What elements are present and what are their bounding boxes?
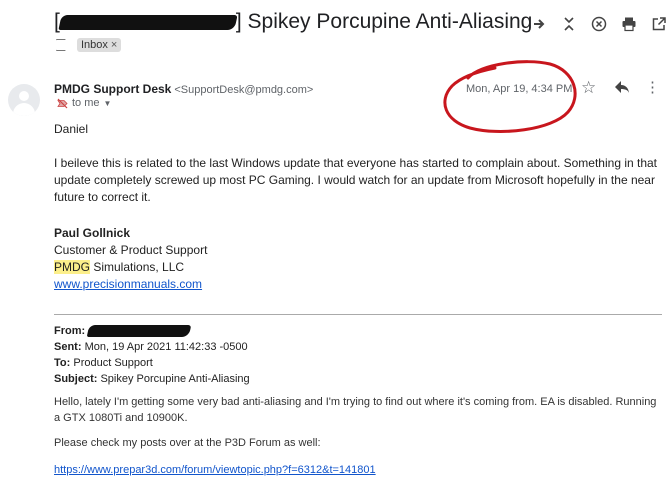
chevron-down-icon[interactable]: ▼ <box>104 99 112 108</box>
fwd-sent-label: Sent: <box>54 341 82 353</box>
subject-bracket-close: ] <box>235 10 242 33</box>
redacted-text <box>58 14 238 30</box>
close-circle-icon[interactable] <box>584 13 614 35</box>
signature: Paul Gollnick Customer & Product Support… <box>54 225 207 293</box>
company-highlight: PMDG <box>54 260 90 274</box>
collapse-icon[interactable] <box>554 13 584 35</box>
remove-label-icon[interactable]: × <box>111 39 117 51</box>
inbox-label-chip[interactable]: Inbox × <box>77 38 122 52</box>
signature-website-link[interactable]: www.precisionmanuals.com <box>54 277 202 291</box>
avatar-head-shape <box>19 91 29 101</box>
reply-icon[interactable] <box>614 80 630 94</box>
avatar-body-shape <box>13 103 35 116</box>
signature-title: Customer & Product Support <box>54 243 208 257</box>
greeting: Daniel <box>54 122 89 136</box>
fwd-body-paragraph-2: Please check my posts over at the P3D Fo… <box>54 437 321 449</box>
forum-link[interactable]: https://www.prepar3d.com/forum/viewtopic… <box>54 462 376 478</box>
importance-marker-icon[interactable] <box>56 39 69 51</box>
avatar <box>8 84 40 116</box>
fwd-subject-value: Spikey Porcupine Anti-Aliasing <box>100 373 250 385</box>
redacted-text <box>86 325 192 338</box>
divider <box>54 314 662 315</box>
signature-company: PMDG Simulations, LLC <box>54 259 207 276</box>
company-rest: Simulations, LLC <box>90 260 185 274</box>
fwd-from-label: From: <box>54 325 86 337</box>
fwd-body-paragraph-1: Hello, lately I'm getting some very bad … <box>54 396 657 424</box>
fwd-subject-label: Subject: <box>54 373 98 385</box>
recipient-label: to me <box>72 97 100 109</box>
fwd-from-row: From: <box>54 323 250 339</box>
email-toolbar <box>524 13 670 35</box>
print-icon[interactable] <box>614 13 644 35</box>
fwd-to-row: To: Product Support <box>54 355 250 371</box>
sender-email: <SupportDesk@pmdg.com> <box>174 84 314 96</box>
fwd-sent-value: Mon, 19 Apr 2021 11:42:33 -0500 <box>84 341 248 353</box>
signature-name: Paul Gollnick <box>54 226 131 240</box>
label-row: Inbox × <box>56 38 122 52</box>
forwarded-header: From: Sent: Mon, 19 Apr 2021 11:42:33 -0… <box>54 323 250 387</box>
fwd-subject-row: Subject: Spikey Porcupine Anti-Aliasing <box>54 371 250 387</box>
email-subject: [] Spikey Porcupine Anti-Aliasing <box>54 10 532 34</box>
inbox-label-text: Inbox <box>81 39 108 51</box>
message-paragraph: I beileve this is related to the last Wi… <box>54 156 658 204</box>
subject-text: Spikey Porcupine Anti-Aliasing <box>247 10 533 33</box>
sender-name[interactable]: PMDG Support Desk <box>54 82 171 96</box>
fwd-sent-row: Sent: Mon, 19 Apr 2021 11:42:33 -0500 <box>54 339 250 355</box>
annotation-circle <box>443 60 577 133</box>
sender-line: PMDG Support Desk <SupportDesk@pmdg.com> <box>54 82 313 96</box>
not-important-icon <box>57 98 68 109</box>
more-options-icon[interactable]: ⋮ <box>645 78 660 96</box>
forward-arrow-icon[interactable] <box>524 13 554 35</box>
star-icon[interactable]: ☆ <box>581 78 596 98</box>
fwd-to-value: Product Support <box>73 357 153 369</box>
open-external-icon[interactable] <box>644 13 670 35</box>
recipient-line[interactable]: to me ▼ <box>57 97 111 109</box>
fwd-to-label: To: <box>54 357 71 369</box>
